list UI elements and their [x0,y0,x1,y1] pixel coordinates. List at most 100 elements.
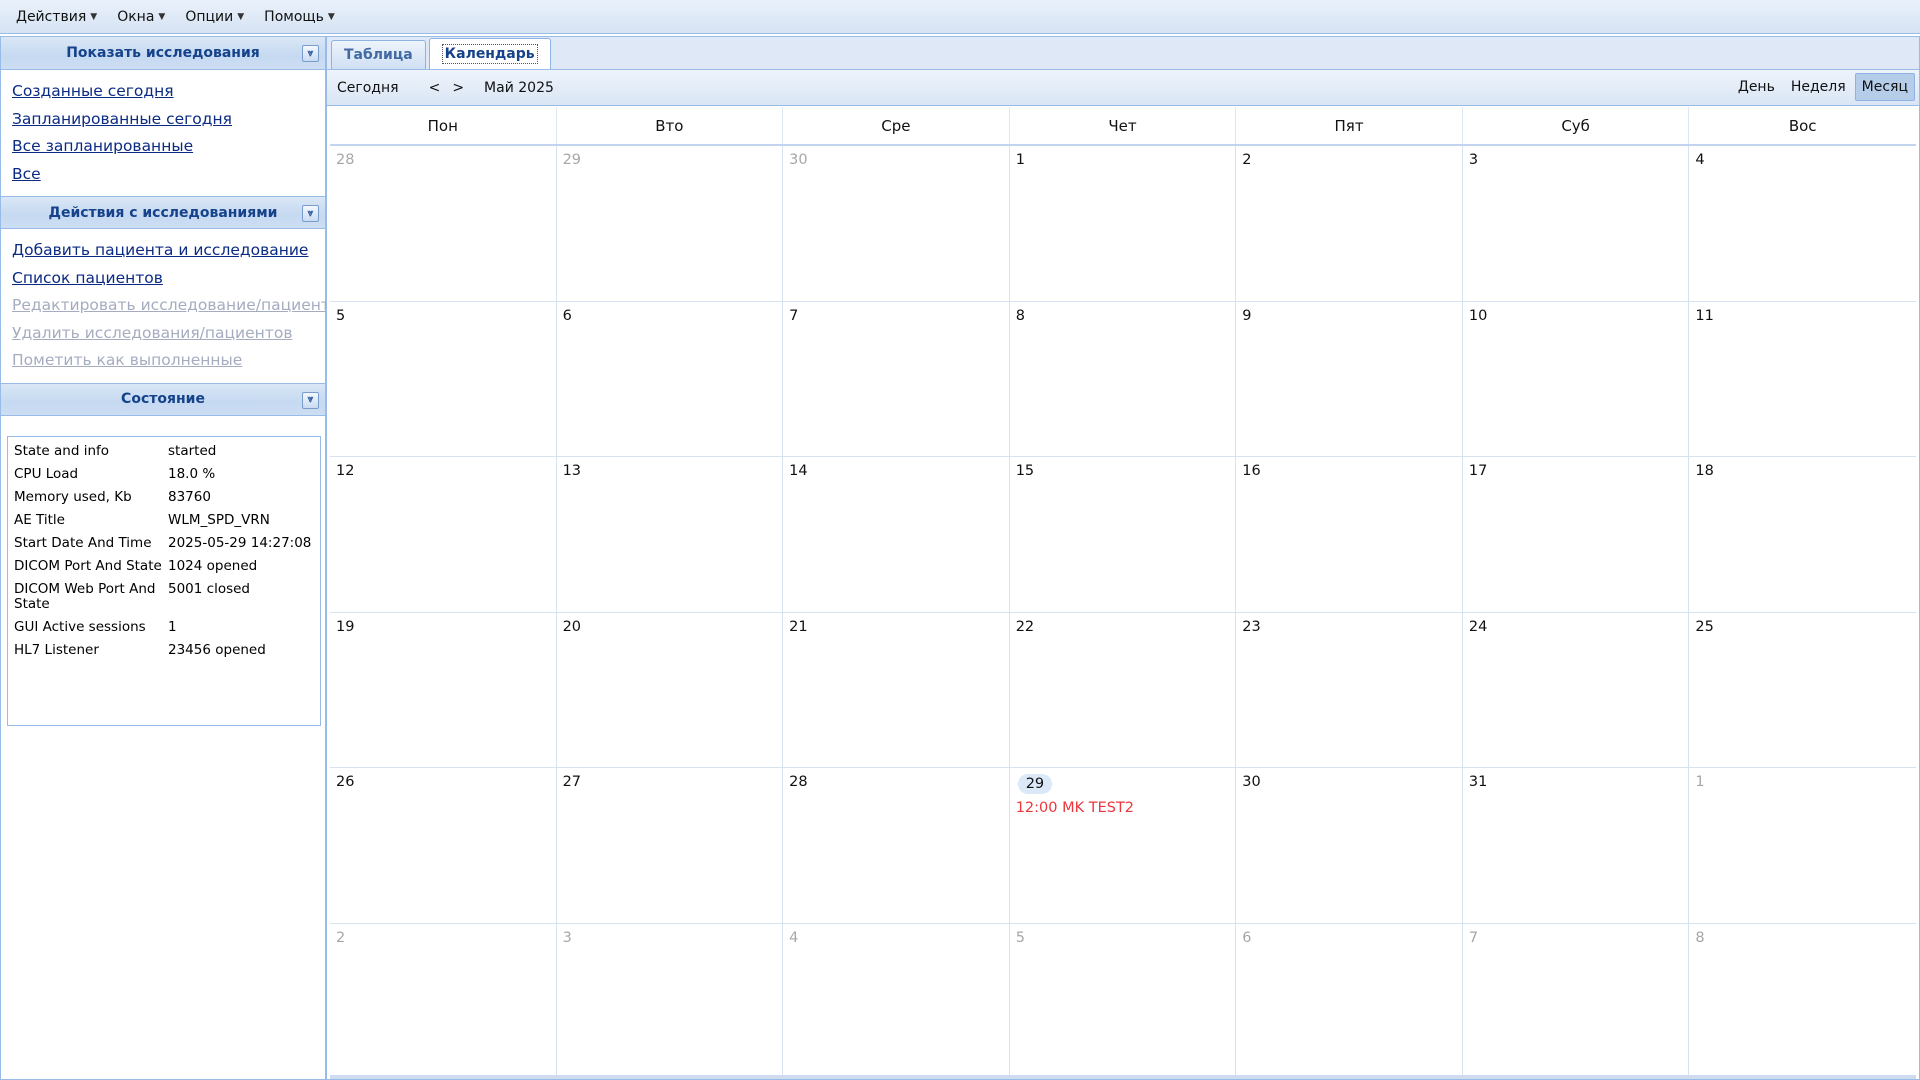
calendar-day-cell[interactable]: 3 [557,923,784,1078]
day-number: 3 [562,929,572,946]
calendar-day-cell[interactable]: 26 [330,768,557,923]
calendar-week: 2 3 4 5 6 7 8 [330,923,1916,1079]
link-add-patient-study[interactable]: Добавить пациента и исследование [12,237,314,265]
calendar-day-cell[interactable]: 24 [1463,612,1690,767]
day-number: 28 [336,152,355,168]
calendar-day-cell[interactable]: 13 [557,457,784,612]
day-number: 28 [789,774,808,790]
calendar-day-cell[interactable]: 28 [330,146,557,301]
calendar-day-cell[interactable]: 4 [1689,146,1916,301]
show-studies-title: Показать исследования [66,45,260,61]
view-week-button[interactable]: Неделя [1784,73,1853,101]
day-number: 10 [1468,307,1488,324]
link-mark-completed[interactable]: Пометить как выполненные [12,347,314,375]
calendar-day-cell[interactable]: 6 [557,301,784,456]
calendar-day-cell[interactable]: 9 [1236,301,1463,456]
calendar-toolbar: Сегодня < > Май 2025 День Неделя Месяц [327,70,1919,106]
calendar-day-cell[interactable]: 11 [1689,302,1916,457]
calendar-day-cell[interactable]: 18 [1689,457,1916,612]
calendar-day-cell[interactable]: 12 [330,457,557,612]
calendar-day-cell[interactable]: 31 [1463,768,1690,923]
calendar-day-cell[interactable]: 5 [1010,923,1237,1078]
calendar-day-cell[interactable]: 19 [330,612,557,767]
link-all[interactable]: Все [12,161,314,189]
calendar-day-cell[interactable]: 8 [1010,301,1237,456]
view-day-button[interactable]: День [1731,73,1782,101]
menu-actions-label: Действия [16,8,87,25]
calendar-day-cell[interactable]: 1 [1010,146,1237,301]
calendar-day-cell[interactable]: 8 [1689,924,1916,1079]
status-key: GUI Active sessions [14,618,146,635]
calendar-day-cell[interactable]: 30 [783,146,1010,301]
day-number: 9 [1242,307,1252,324]
calendar-day-cell[interactable]: 30 [1236,768,1463,923]
tab-bar: Таблица Календарь [327,37,1919,70]
menu-options[interactable]: Опции ▼ [175,0,254,34]
calendar-day-cell[interactable]: 14 [783,457,1010,612]
calendar-week: 12 13 14 15 16 17 18 [330,457,1916,613]
collapse-icon[interactable]: ⩔ [302,205,319,222]
left-panel: Показать исследования ⩔ Созданные сегодн… [0,36,339,1080]
view-month-button[interactable]: Месяц [1854,73,1915,101]
link-all-scheduled[interactable]: Все запланированные [12,133,314,161]
status-title: Состояние [121,391,205,407]
chevron-down-icon: ▼ [327,11,335,22]
calendar-day-cell[interactable]: 22 [1010,612,1237,767]
day-number: 2 [336,929,346,946]
calendar-day-cell[interactable]: 16 [1236,457,1463,612]
collapse-icon[interactable]: ⩔ [302,391,319,409]
day-number: 16 [1242,463,1261,479]
calendar-day-cell[interactable]: 29 12:00 MK TEST2 [1010,768,1237,923]
calendar-day-cell[interactable]: 2 [330,923,557,1078]
calendar-day-cell[interactable]: 27 [557,768,784,923]
menu-help-label: Помощь [264,8,324,25]
status-key: Start Date And Time [14,534,152,551]
today-button[interactable]: Сегодня [327,76,409,100]
menu-windows[interactable]: Окна ▼ [107,0,175,34]
calendar-day-cell[interactable]: 2 [1236,146,1463,301]
day-number: 15 [1015,463,1035,479]
calendar-day-cell[interactable]: 23 [1236,612,1463,767]
prev-month-button[interactable]: < [409,76,447,100]
collapse-icon[interactable]: ⩔ [302,45,319,62]
status-value: 83760 [168,488,211,505]
calendar-day-cell[interactable]: 6 [1236,923,1463,1078]
table-row: DICOM Web Port And State 5001 closed [14,579,314,617]
weekday-label: Пят [1236,107,1463,144]
menu-actions[interactable]: Действия ▼ [6,0,107,34]
status-value: 2025-05-29 14:27:08 [168,534,312,551]
calendar-day-cell[interactable]: 3 [1463,146,1690,301]
calendar-day-cell[interactable]: 17 [1463,457,1690,612]
calendar-day-cell[interactable]: 7 [783,301,1010,456]
calendar-day-cell[interactable]: 25 [1689,613,1916,768]
calendar-day-cell[interactable]: 20 [557,612,784,767]
calendar-day-cell[interactable]: 7 [1463,923,1690,1078]
tab-calendar[interactable]: Календарь [428,38,551,69]
calendar-event[interactable]: 12:00 MK TEST2 [1016,800,1230,816]
link-edit-study[interactable]: Редактировать исследование/пациента [12,292,339,320]
tab-table[interactable]: Таблица [331,40,426,69]
calendar-day-cell[interactable]: 10 [1463,301,1690,456]
menu-help[interactable]: Помощь ▼ [254,0,345,34]
table-row: State and info started [14,441,314,464]
calendar-day-cell[interactable]: 4 [783,923,1010,1078]
study-actions-title: Действия с исследованиями [48,204,278,221]
weekday-label: Вос [1788,116,1817,135]
calendar-day-cell[interactable]: 21 [783,612,1010,767]
link-created-today[interactable]: Созданные сегодня [12,78,314,106]
chevron-down-icon: ▼ [90,11,98,22]
link-delete-studies[interactable]: Удалить исследования/пациентов [12,320,314,348]
link-patient-list[interactable]: Список пациентов [12,265,314,293]
calendar-day-cell[interactable]: 28 [783,768,1010,923]
status-key: DICOM Web Port And State [14,580,156,612]
table-row: Memory used, Kb 83760 [14,487,314,510]
day-number: 23 [1242,618,1261,635]
calendar-day-cell[interactable]: 5 [330,301,557,456]
day-number: 8 [1695,929,1705,946]
next-month-button[interactable]: > [446,76,470,100]
calendar-day-cell[interactable]: 1 [1689,768,1916,923]
day-number: 8 [1015,307,1025,324]
calendar-day-cell[interactable]: 15 [1010,457,1237,612]
calendar-day-cell[interactable]: 29 [557,146,784,301]
link-scheduled-today[interactable]: Запланированные сегодня [12,106,314,134]
